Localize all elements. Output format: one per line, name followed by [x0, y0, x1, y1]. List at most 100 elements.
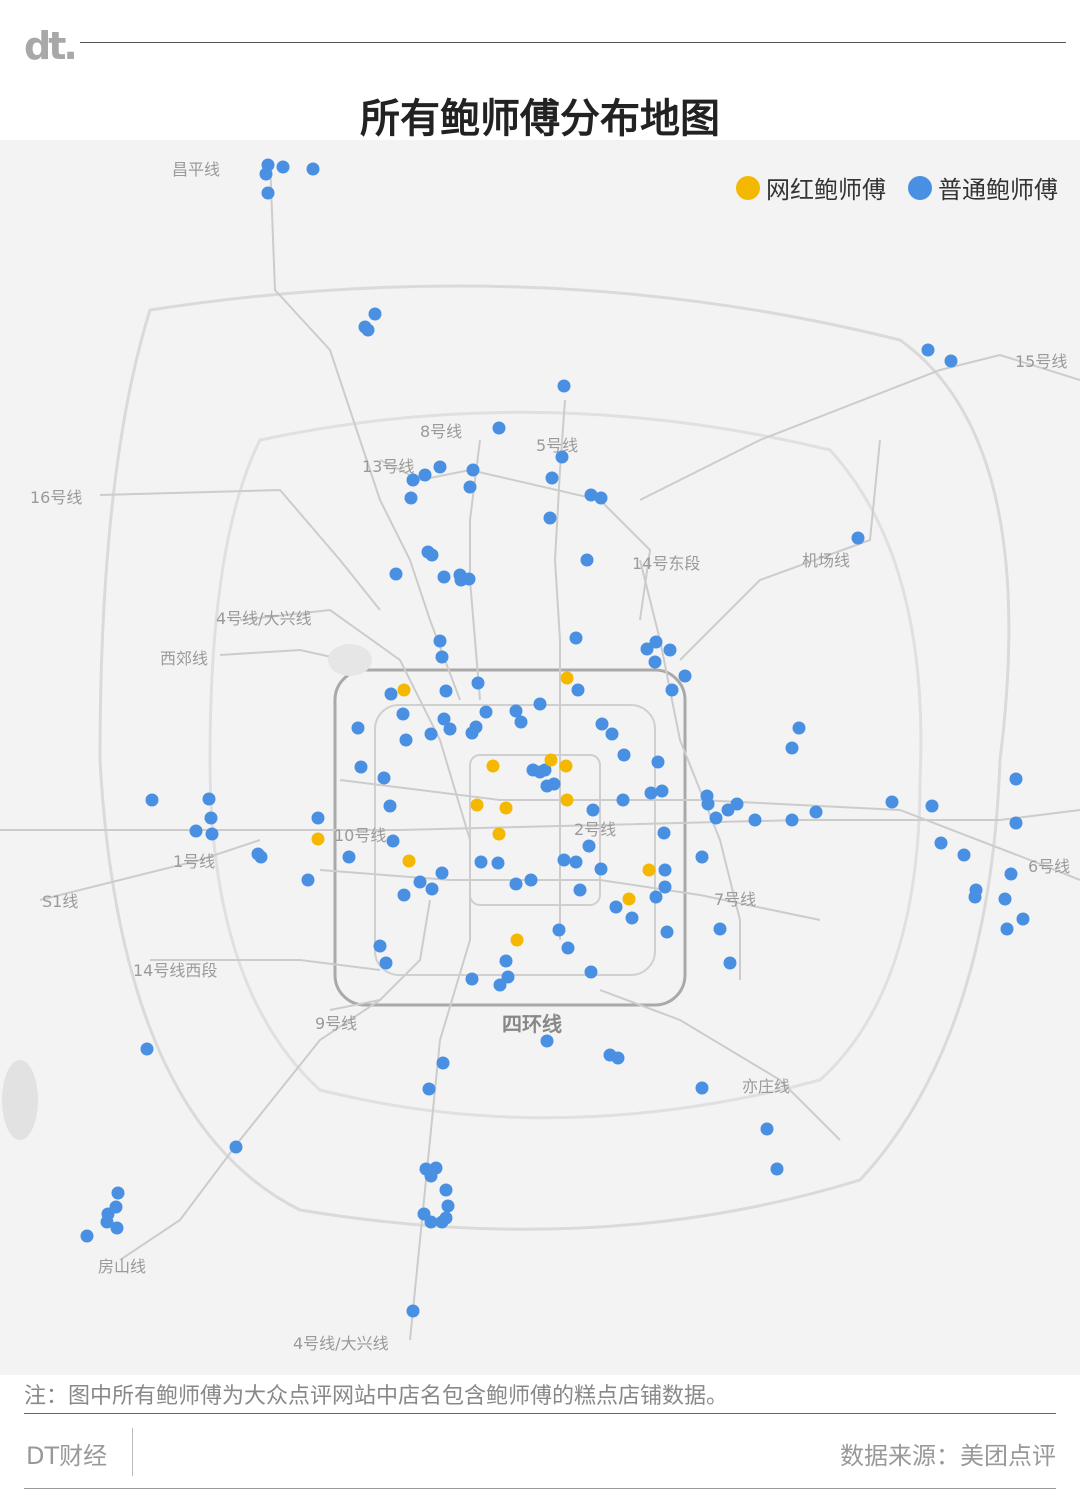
regular-store-marker	[204, 811, 218, 825]
influencer-store-marker	[470, 798, 484, 812]
legend-dot-blue-icon	[908, 175, 932, 200]
influencer-store-marker	[559, 759, 573, 773]
regular-store-marker	[439, 684, 453, 698]
influencer-store-marker	[560, 793, 574, 807]
regular-store-marker	[785, 813, 799, 827]
regular-store-marker	[968, 890, 982, 904]
regular-store-marker	[701, 797, 715, 811]
data-source: 数据来源：美团点评	[840, 1442, 1056, 1470]
regular-store-marker	[436, 1056, 450, 1070]
regular-store-marker	[425, 882, 439, 896]
regular-store-marker	[885, 795, 899, 809]
regular-store-marker	[657, 826, 671, 840]
regular-store-marker	[663, 643, 677, 657]
regular-store-marker	[649, 890, 663, 904]
regular-store-marker	[399, 733, 413, 747]
dt-logo: dt.	[24, 24, 78, 68]
regular-store-marker	[723, 956, 737, 970]
map-canvas[interactable]: 昌平线 15号线 8号线 5号线 13号线 16号线 14号东段 机场线 4号线…	[0, 140, 1080, 1375]
regular-store-marker	[422, 1082, 436, 1096]
regular-store-marker	[760, 1122, 774, 1136]
map-title: 所有鲍师傅分布地图	[360, 96, 720, 142]
regular-store-marker	[396, 707, 410, 721]
regular-store-marker	[580, 553, 594, 567]
influencer-store-marker	[402, 854, 416, 868]
regular-store-marker	[514, 715, 528, 729]
influencer-store-marker	[622, 892, 636, 906]
regular-store-marker	[202, 792, 216, 806]
regular-store-marker	[611, 1051, 625, 1065]
regular-store-marker	[921, 343, 935, 357]
map-legend: 网红鲍师傅 普通鲍师傅	[714, 170, 1058, 205]
regular-store-marker	[617, 748, 631, 762]
regular-store-marker	[471, 676, 485, 690]
regular-store-marker	[552, 923, 566, 937]
regular-store-marker	[441, 1199, 455, 1213]
influencer-store-marker	[560, 671, 574, 685]
regular-store-marker	[406, 1304, 420, 1318]
regular-store-marker	[533, 697, 547, 711]
regular-store-marker	[851, 531, 865, 545]
regular-store-marker	[342, 850, 356, 864]
influencer-store-marker	[311, 832, 325, 846]
regular-store-marker	[111, 1186, 125, 1200]
regular-store-marker	[594, 862, 608, 876]
footer-divider	[24, 1488, 1056, 1489]
regular-store-marker	[493, 978, 507, 992]
regular-store-marker	[595, 717, 609, 731]
regular-store-marker	[640, 642, 654, 656]
regular-store-marker	[571, 683, 585, 697]
regular-store-marker	[435, 866, 449, 880]
regular-store-marker	[648, 655, 662, 669]
regular-store-marker	[555, 450, 569, 464]
regular-store-marker	[424, 1169, 438, 1183]
regular-store-marker	[678, 669, 692, 683]
regular-store-marker	[389, 567, 403, 581]
regular-store-marker	[695, 1081, 709, 1095]
regular-store-marker	[1000, 922, 1014, 936]
regular-store-marker	[433, 460, 447, 474]
regular-store-marker	[573, 883, 587, 897]
regular-store-marker	[609, 900, 623, 914]
store-markers	[80, 158, 1030, 1318]
regular-store-marker	[425, 548, 439, 562]
regular-store-marker	[713, 922, 727, 936]
regular-store-marker	[424, 727, 438, 741]
regular-store-marker	[644, 786, 658, 800]
regular-store-marker	[373, 939, 387, 953]
regular-store-marker	[383, 799, 397, 813]
regular-store-marker	[466, 463, 480, 477]
regular-store-marker	[925, 799, 939, 813]
legend-item-influencer: 网红鲍师傅	[736, 170, 886, 205]
regular-store-marker	[437, 570, 451, 584]
header-divider	[80, 42, 1066, 43]
regular-store-marker	[709, 811, 723, 825]
regular-store-marker	[433, 634, 447, 648]
regular-store-marker	[229, 1140, 243, 1154]
regular-store-marker	[351, 721, 365, 735]
regular-store-marker	[465, 972, 479, 986]
footnote-divider	[24, 1413, 1056, 1414]
regular-store-marker	[594, 491, 608, 505]
regular-store-marker	[110, 1221, 124, 1235]
regular-store-marker	[418, 468, 432, 482]
regular-store-marker	[569, 631, 583, 645]
regular-store-marker	[406, 473, 420, 487]
regular-store-marker	[479, 705, 493, 719]
regular-store-marker	[540, 1034, 554, 1048]
regular-store-marker	[655, 784, 669, 798]
regular-store-marker	[454, 573, 468, 587]
legend-dot-yellow-icon	[736, 175, 760, 200]
regular-store-marker	[957, 848, 971, 862]
regular-store-marker	[658, 880, 672, 894]
regular-store-marker	[721, 803, 735, 817]
regular-store-marker	[584, 965, 598, 979]
regular-store-marker	[569, 855, 583, 869]
regular-store-marker	[145, 793, 159, 807]
regular-store-marker	[379, 956, 393, 970]
regular-store-marker	[306, 162, 320, 176]
regular-store-marker	[586, 803, 600, 817]
influencer-store-marker	[486, 759, 500, 773]
regular-store-marker	[499, 954, 513, 968]
regular-store-marker	[254, 850, 268, 864]
